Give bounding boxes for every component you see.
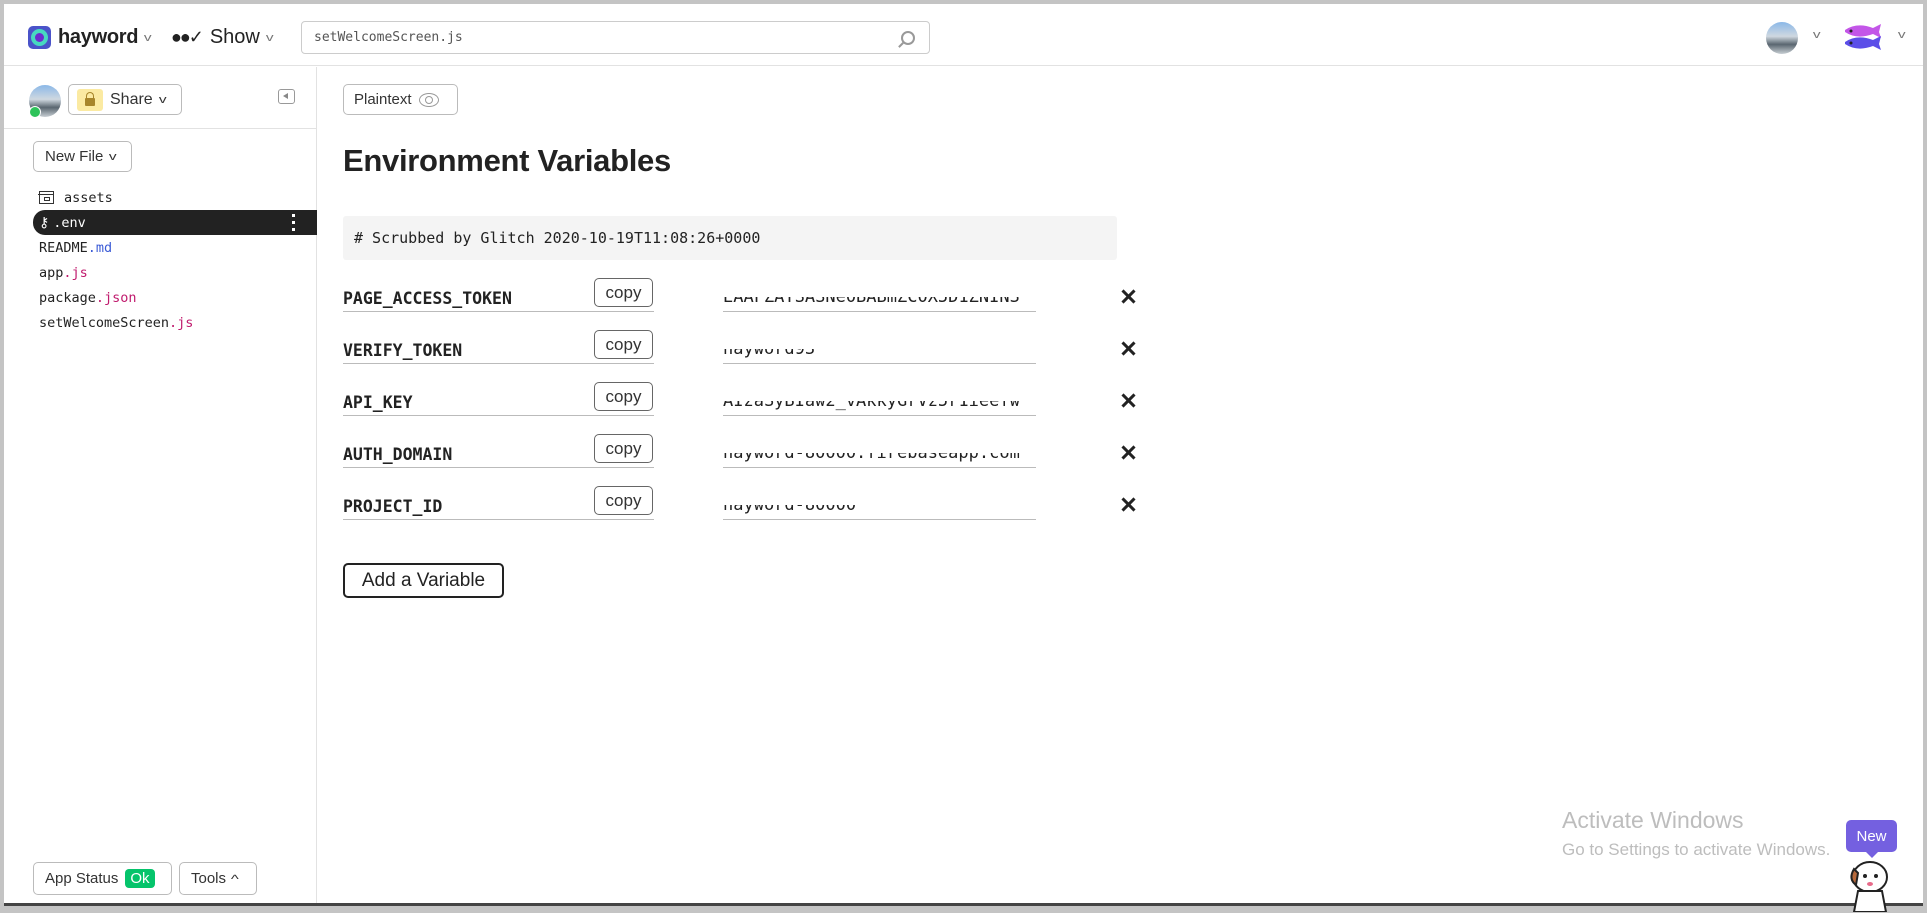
file-name: assets — [64, 189, 113, 206]
main-panel: Plaintext Environment Variables # Scrubb… — [318, 67, 1923, 903]
page-title: Environment Variables — [343, 143, 671, 178]
file-name: README — [39, 239, 88, 256]
variable-row: VERIFY_TOKEN copy hayword93 — [343, 327, 1133, 379]
tools-button[interactable]: Tools ^ — [179, 862, 257, 895]
dog-tongue — [1867, 882, 1873, 886]
copy-button[interactable]: copy — [594, 330, 653, 359]
file-item-setwelcomescreen-js[interactable]: setWelcomeScreen .js — [4, 310, 317, 335]
lock-icon — [77, 88, 103, 111]
delete-variable-icon[interactable] — [1119, 443, 1137, 461]
plaintext-label: Plaintext — [354, 91, 412, 108]
chevron-up-icon: ^ — [230, 871, 239, 886]
chevron-down-icon: v — [144, 31, 152, 44]
add-variable-button[interactable]: Add a Variable — [343, 563, 504, 598]
chevron-down-icon: v — [158, 93, 167, 106]
app-status-button[interactable]: App Status Ok — [33, 862, 172, 895]
chevron-down-icon[interactable]: v — [1813, 29, 1821, 41]
file-name: app — [39, 264, 64, 281]
value-mask — [723, 283, 1036, 297]
dog-eye — [1863, 874, 1867, 878]
file-ext: .json — [95, 289, 137, 306]
file-item-app-js[interactable]: app .js — [4, 260, 317, 285]
delete-variable-icon[interactable] — [1119, 339, 1137, 357]
show-menu[interactable]: ●●✓ Show v — [171, 26, 274, 49]
show-label: Show — [209, 26, 260, 48]
tools-label: Tools — [191, 870, 227, 887]
file-tree: assets ⚷ .env README .md app .js package .j… — [4, 185, 317, 335]
variable-value-input[interactable]: hayword93 — [723, 335, 1036, 364]
file-name: package — [39, 289, 96, 306]
file-item-package-json[interactable]: package .json — [4, 285, 317, 310]
variable-value-input[interactable]: AIzaSyBIaw2_vAkkyGrVz5r1ieefw — [723, 387, 1036, 416]
archive-folder-icon — [38, 191, 54, 204]
sidebar-top: Share v — [4, 67, 316, 129]
copy-button[interactable]: copy — [594, 382, 653, 411]
file-item-env[interactable]: ⚷ .env — [33, 210, 317, 235]
new-file-label: New File — [45, 148, 104, 165]
eye-icon — [418, 92, 439, 107]
more-options-icon[interactable] — [292, 214, 295, 231]
dog-ear — [1850, 867, 1860, 887]
share-label: Share — [110, 90, 153, 108]
share-button[interactable]: Share v — [68, 84, 182, 115]
search-input[interactable]: setWelcomeScreen.js — [301, 21, 930, 54]
file-item-readme[interactable]: README .md — [4, 235, 317, 260]
variable-row: AUTH_DOMAIN copy hayword-80000.firebaseapp… — [343, 431, 1133, 483]
chevron-down-icon: v — [265, 31, 274, 44]
dog-mascot-icon[interactable] — [1842, 857, 1902, 912]
plaintext-toggle-button[interactable]: Plaintext — [343, 84, 458, 115]
value-mask — [723, 335, 1036, 349]
glasses-icon: ●●✓ — [171, 27, 204, 47]
variable-value-input[interactable]: hayword-80000 — [723, 491, 1036, 520]
scrub-comment: # Scrubbed by Glitch 2020-10-19T11:08:26… — [343, 216, 1117, 260]
value-mask — [723, 491, 1036, 505]
variable-row: PAGE_ACCESS_TOKEN copy EAAFZAYSASNe0BABmZC… — [343, 275, 1133, 327]
fish-eye — [1849, 29, 1853, 33]
delete-variable-icon[interactable] — [1119, 495, 1137, 513]
fish-eye — [1849, 41, 1853, 45]
collapse-sidebar-button[interactable] — [278, 89, 295, 104]
user-avatar[interactable] — [1766, 22, 1798, 54]
file-ext: .js — [63, 264, 88, 281]
app-window: hayword v ●●✓ Show v setWelcomeScreen.js… — [4, 4, 1923, 912]
top-header: hayword v ●●✓ Show v setWelcomeScreen.js… — [4, 4, 1923, 66]
value-mask — [723, 387, 1036, 401]
project-avatar-icon — [28, 26, 51, 49]
project-name: hayword — [58, 26, 139, 48]
file-name: setWelcomeScreen — [39, 314, 170, 331]
new-badge[interactable]: New — [1846, 820, 1897, 858]
variable-value-input[interactable]: hayword-80000.firebaseapp.com — [723, 439, 1036, 468]
delete-variable-icon[interactable] — [1119, 287, 1137, 305]
dog-body — [1852, 890, 1888, 912]
file-item-assets[interactable]: assets — [4, 185, 317, 210]
copy-button[interactable]: copy — [594, 486, 653, 515]
search-icon[interactable] — [901, 30, 915, 45]
variable-row: PROJECT_ID copy hayword-80000 — [343, 483, 1133, 535]
value-mask — [723, 439, 1036, 453]
status-badge: Ok — [125, 869, 155, 888]
chevron-down-icon: v — [109, 150, 117, 163]
search-value: setWelcomeScreen.js — [314, 30, 463, 45]
file-name: .env — [53, 214, 86, 231]
file-ext: .js — [169, 314, 194, 331]
sidebar: Share v New File v assets ⚷ .env README.… — [4, 67, 317, 903]
online-status-dot — [29, 106, 41, 118]
file-ext: .md — [87, 239, 113, 256]
dog-eye — [1874, 874, 1878, 878]
variable-row: API_KEY copy AIzaSyBIaw2_vAkkyGrVz5r1ieefw — [343, 379, 1133, 431]
new-file-button[interactable]: New File v — [33, 141, 132, 172]
fish-team-avatar[interactable] — [1843, 22, 1883, 54]
chevron-down-icon[interactable]: v — [1898, 29, 1906, 41]
key-icon: ⚷ — [39, 214, 50, 231]
copy-button[interactable]: copy — [594, 278, 653, 307]
variable-value-input[interactable]: EAAFZAYSASNe0BABmZC0X5D1ZNIN3 — [723, 283, 1036, 312]
copy-button[interactable]: copy — [594, 434, 653, 463]
delete-variable-icon[interactable] — [1119, 391, 1137, 409]
project-menu[interactable]: hayword v — [28, 26, 152, 49]
variable-list: PAGE_ACCESS_TOKEN copy EAAFZAYSASNe0BABmZC… — [343, 275, 1133, 535]
app-status-label: App Status — [45, 870, 119, 887]
